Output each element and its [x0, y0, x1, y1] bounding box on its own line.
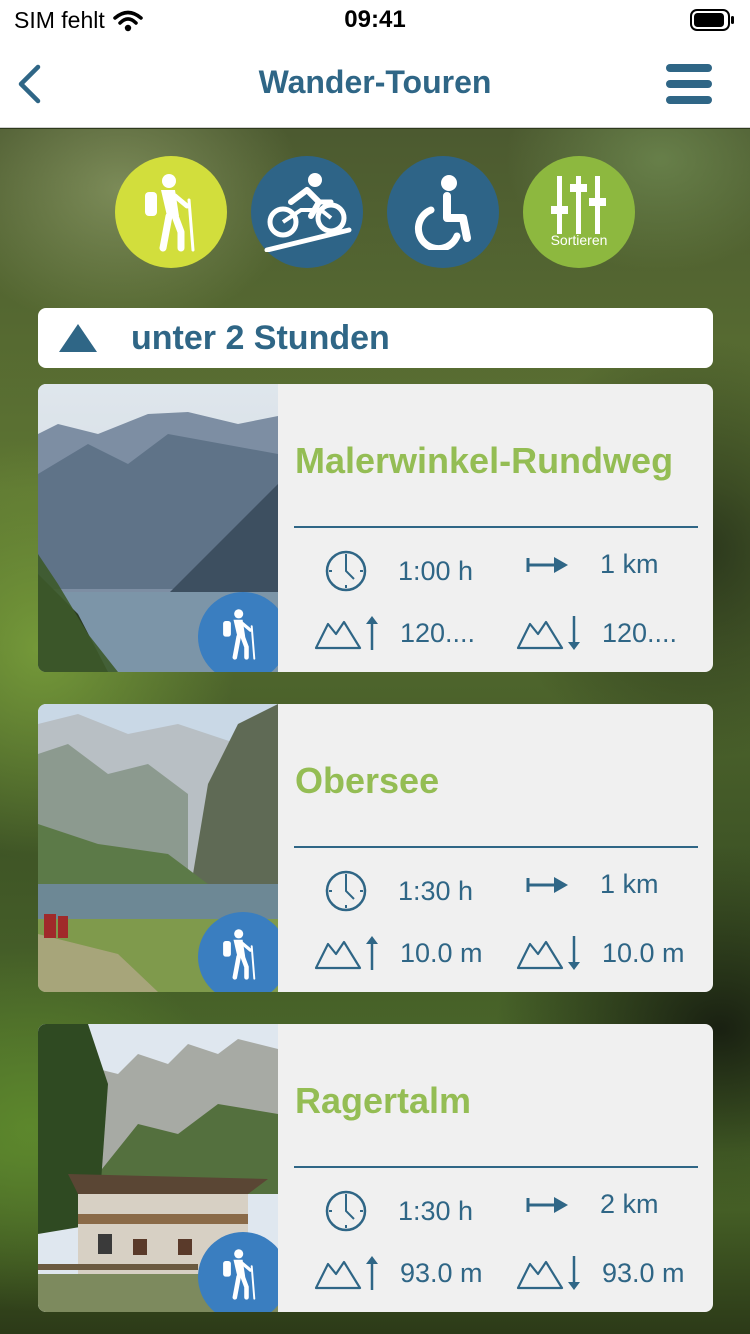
- duration-stat: 1:30 h: [324, 869, 473, 913]
- descent-stat: 120....: [516, 614, 677, 652]
- filter-biking-button[interactable]: [251, 156, 363, 268]
- sort-label: Sortieren: [550, 232, 608, 248]
- tour-photo: [38, 1024, 278, 1312]
- duration-value: 1:00 h: [398, 555, 474, 586]
- section-title: unter 2 Stunden: [131, 319, 390, 357]
- ascent-icon: [314, 936, 378, 970]
- hiker-icon: [223, 1249, 256, 1300]
- collapse-triangle-icon: [59, 324, 97, 352]
- distance-stat: 2 km: [526, 1189, 659, 1220]
- ascent-stat: 120....: [314, 614, 475, 652]
- duration-stat: 1:30 h: [324, 1189, 473, 1233]
- descent-icon: [516, 1256, 580, 1290]
- tour-card[interactable]: Malerwinkel-Rundweg 1:00 h 1 km 120.... …: [38, 384, 713, 672]
- tour-card[interactable]: Obersee 1:30 h 1 km 10.0 m 10.0 m: [38, 704, 713, 992]
- tour-list-area: Sortieren unter 2 Stunden Malerwinkel-Ru…: [0, 129, 750, 1334]
- battery-icon: [690, 9, 734, 31]
- divider: [294, 526, 698, 528]
- hiker-icon: [223, 929, 256, 980]
- ascent-value: 10.0 m: [400, 937, 483, 968]
- tour-photo: [38, 704, 278, 992]
- clock-icon: [325, 1190, 367, 1232]
- distance-arrow-icon: [526, 556, 568, 573]
- distance-stat: 1 km: [526, 549, 659, 580]
- tour-title: Ragertalm: [295, 1080, 472, 1121]
- distance-value: 2 km: [600, 1189, 659, 1219]
- descent-icon: [516, 616, 580, 650]
- ascent-value: 120....: [400, 617, 476, 648]
- status-bar: SIM fehlt 09:41: [0, 0, 750, 40]
- hamburger-menu-icon[interactable]: [666, 62, 712, 106]
- distance-arrow-icon: [526, 876, 568, 893]
- filter-accessible-button[interactable]: [387, 156, 499, 268]
- bicycle-icon: [264, 173, 352, 252]
- ascent-icon: [314, 1256, 378, 1290]
- ascent-value: 93.0 m: [400, 1257, 483, 1288]
- clock-icon: [325, 870, 367, 912]
- wheelchair-icon: [414, 175, 471, 250]
- tour-title: Malerwinkel-Rundweg: [295, 440, 674, 481]
- tour-card[interactable]: Ragertalm 1:30 h 2 km 93.0 m 93.0 m: [38, 1024, 713, 1312]
- hiker-icon: [223, 609, 256, 660]
- distance-arrow-icon: [526, 1196, 568, 1213]
- hiker-icon: [145, 174, 195, 252]
- duration-stat: 1:00 h: [324, 549, 473, 593]
- divider: [294, 846, 698, 848]
- divider: [294, 1166, 698, 1168]
- descent-value: 93.0 m: [602, 1257, 685, 1288]
- sort-button[interactable]: Sortieren: [523, 156, 635, 268]
- tour-title: Obersee: [295, 760, 440, 801]
- descent-value: 10.0 m: [602, 937, 685, 968]
- descent-value: 120....: [602, 617, 678, 648]
- clock-icon: [325, 550, 367, 592]
- ascent-icon: [314, 616, 378, 650]
- sliders-icon: [551, 176, 606, 234]
- descent-stat: 93.0 m: [516, 1254, 685, 1292]
- ascent-stat: 93.0 m: [314, 1254, 483, 1292]
- duration-value: 1:30 h: [398, 1195, 474, 1226]
- ascent-stat: 10.0 m: [314, 934, 483, 972]
- section-header[interactable]: unter 2 Stunden: [38, 308, 713, 368]
- descent-icon: [516, 936, 580, 970]
- filter-hiking-button[interactable]: [115, 156, 227, 268]
- navigation-bar: Wander-Touren: [0, 40, 750, 128]
- page-title: Wander-Touren: [258, 64, 492, 100]
- duration-value: 1:30 h: [398, 875, 474, 906]
- clock: 09:41: [344, 6, 406, 33]
- distance-value: 1 km: [600, 869, 659, 899]
- distance-value: 1 km: [600, 549, 659, 579]
- descent-stat: 10.0 m: [516, 934, 685, 972]
- distance-stat: 1 km: [526, 869, 659, 900]
- tour-photo: [38, 384, 278, 672]
